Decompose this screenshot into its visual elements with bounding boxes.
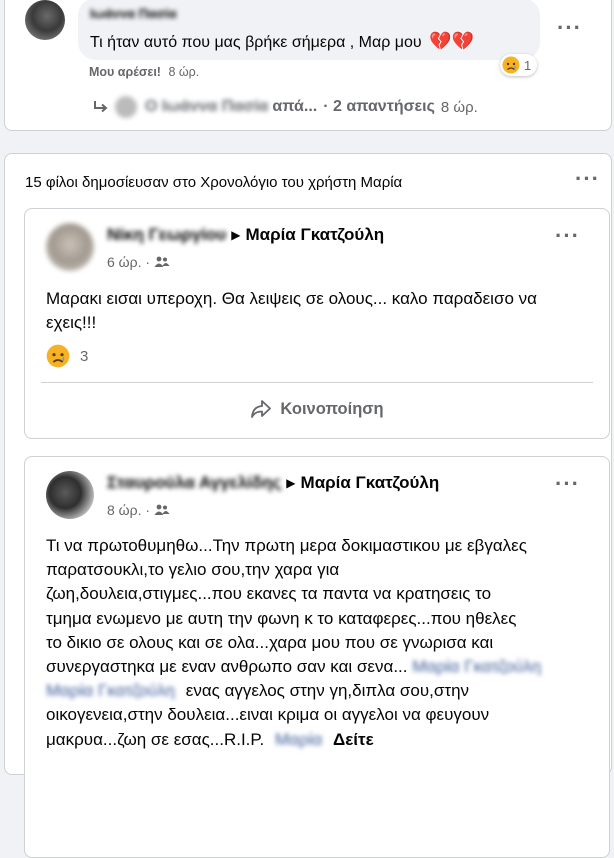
like-comment-link[interactable]: Μου αρέσει! — [89, 65, 161, 79]
mention-link[interactable]: Μαρία Γκατζούλη — [412, 657, 541, 676]
post-divider — [41, 382, 593, 383]
post-line: παρατσουκλι,το γελιο σου,την χαρα για — [46, 560, 340, 580]
replies-row[interactable]: Ο Ιωάννα Πασία απά... · 2 απαντήσεις 8 ώ… — [93, 94, 478, 120]
post-reactions[interactable]: 3 — [46, 344, 88, 368]
sad-reaction-icon — [46, 344, 70, 368]
comment-time[interactable]: 8 ώρ. — [168, 65, 199, 79]
post-author-avatar[interactable] — [46, 471, 94, 519]
reply-arrow-icon — [94, 101, 108, 113]
caret-right-icon: ▶ — [231, 228, 241, 242]
post-body: Μαρακι εισαι υπεροχη. Θα λειψεις σε ολου… — [46, 289, 537, 332]
post-line: μακρυα...ζωη σε εσας...R.I.P. Μαρία Δείτ… — [46, 729, 374, 749]
friends-audience-icon — [154, 256, 170, 267]
share-button[interactable]: Κοινοποίηση — [41, 387, 593, 431]
comment-more-icon[interactable]: ··· — [557, 17, 582, 39]
post-author-avatar[interactable] — [46, 223, 94, 271]
post-meta: 8 ώρ. · — [107, 502, 170, 518]
post-line: ζωη,δουλεια,στιγμες...που εκανες τα παντ… — [46, 584, 492, 604]
friends-audience-icon — [154, 504, 170, 515]
share-arrow-icon — [251, 400, 272, 418]
comment-text: Τι ήταν αυτό που μας βρήκε σήμερα , Μαρ … — [90, 31, 474, 51]
post-line: Μαρία Γκατζούλη ενας αγγελος στην γη,διπ… — [46, 681, 470, 701]
post-line: τμημα ενωμενο με αυτη την φωνη κ το κατα… — [46, 608, 517, 628]
comment-author[interactable]: Ιωάννα Πασία — [90, 6, 177, 21]
broken-heart-emoji: 💔💔 — [429, 31, 474, 51]
caret-right-icon: ▶ — [286, 476, 296, 490]
mention-link[interactable]: Μαρία — [275, 730, 322, 749]
post-line: οικογενεια,στην δουλεια...ειναι κριμα οι… — [46, 705, 490, 725]
post-reaction-count: 3 — [80, 347, 89, 365]
post-meta: 6 ώρ. · — [107, 254, 170, 270]
post-card: Σταυρούλα Αγγελίδης ▶ Μαρία Γκατζούλη 8 … — [24, 456, 610, 858]
post-line: το δικιο σε ολους και σε ολα...χαρα μου … — [46, 632, 494, 652]
reply-author: Ο Ιωάννα Πασία — [145, 98, 269, 115]
timeline-group-card: 15 φίλοι δημοσίευσαν στο Χρονολόγιο του … — [4, 153, 612, 858]
comment-card: Ιωάννα Πασία Τι ήταν αυτό που μας βρήκε … — [4, 0, 612, 131]
reply-avatar — [115, 96, 137, 118]
post-time[interactable]: 8 ώρ. · — [107, 502, 150, 518]
post-more-icon[interactable]: ··· — [555, 473, 580, 495]
reply-count[interactable]: · 2 απαντήσεις — [323, 98, 435, 116]
post-author-name[interactable]: Σταυρούλα Αγγελίδης — [107, 473, 281, 493]
comment-reaction-summary[interactable]: 1 — [500, 54, 538, 76]
see-more-link[interactable]: Δείτε — [333, 730, 374, 749]
share-label: Κοινοποίηση — [280, 399, 384, 418]
post-header: Σταυρούλα Αγγελίδης ▶ Μαρία Γκατζούλη — [107, 473, 439, 493]
post-card: Νίκη Γεωργίου ▶ Μαρία Γκατζούλη 6 ώρ. · … — [24, 208, 610, 439]
sad-reaction-icon — [502, 56, 520, 74]
comment-actions: Μου αρέσει! 8 ώρ. — [89, 65, 199, 79]
post-body: Τι να πρωτοθυμηθω...Την πρωτη μερα δοκιμ… — [46, 534, 606, 752]
comment-reaction-count: 1 — [524, 57, 532, 73]
post-more-icon[interactable]: ··· — [555, 225, 580, 247]
reply-time: 8 ώρ. — [440, 98, 478, 116]
post-time[interactable]: 6 ώρ. · — [107, 254, 150, 270]
post-line: Τι να πρωτοθυμηθω...Την πρωτη μερα δοκιμ… — [46, 536, 527, 555]
mention-link[interactable]: Μαρία Γκατζούλη — [46, 681, 175, 700]
post-target-name[interactable]: Μαρία Γκατζούλη — [301, 473, 440, 493]
group-header: 15 φίλοι δημοσίευσαν στο Χρονολόγιο του … — [25, 174, 403, 191]
group-more-icon[interactable]: ··· — [575, 168, 600, 190]
commenter-avatar[interactable] — [25, 0, 65, 40]
post-line: συνεργαστηκα με εναν ανθρωπο σαν και σεν… — [46, 657, 542, 677]
reply-preview: απά... — [272, 98, 318, 115]
post-header: Νίκη Γεωργίου ▶ Μαρία Γκατζούλη — [107, 225, 384, 245]
comment-bubble: Ιωάννα Πασία Τι ήταν αυτό που μας βρήκε … — [78, 0, 540, 60]
post-target-name[interactable]: Μαρία Γκατζούλη — [245, 225, 384, 245]
post-author-name[interactable]: Νίκη Γεωργίου — [107, 225, 226, 245]
